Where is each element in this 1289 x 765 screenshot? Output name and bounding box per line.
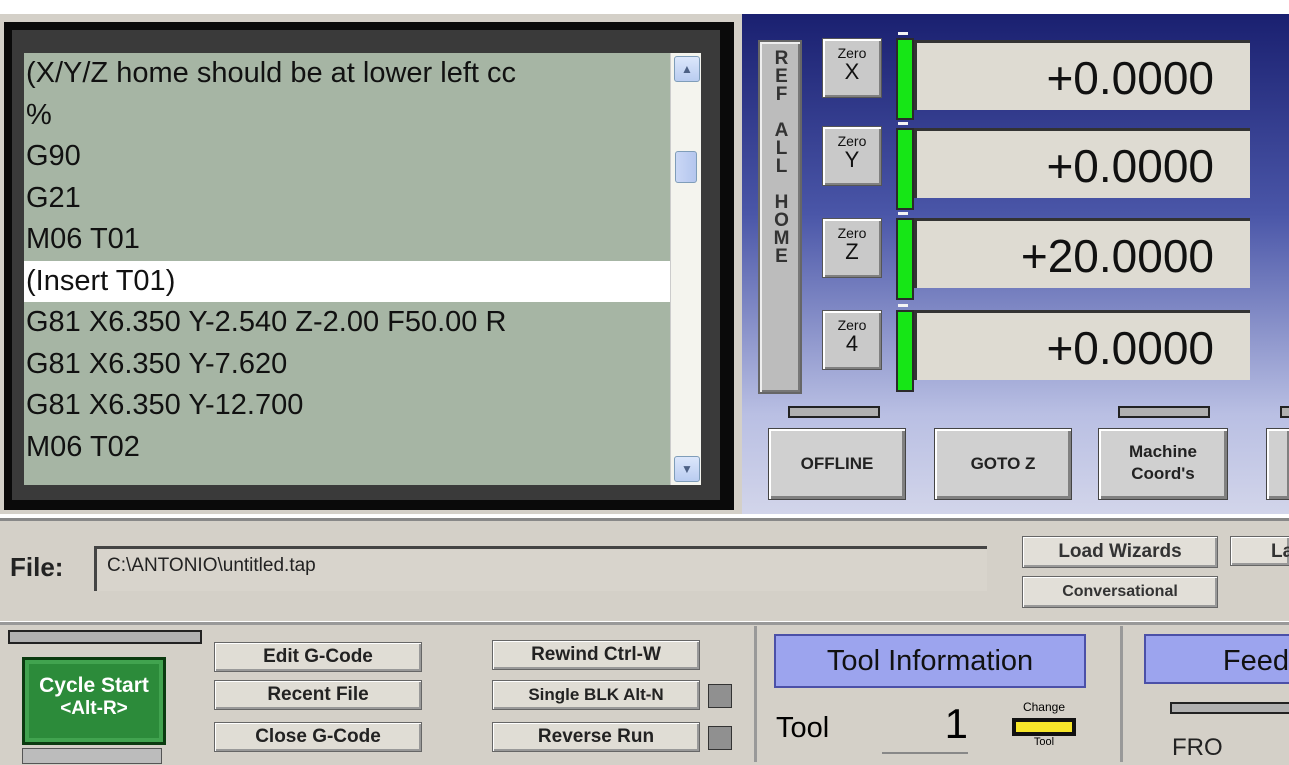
up-arrow-icon: ▲ (681, 62, 693, 76)
y-dro-value[interactable]: +0.0000 (914, 128, 1250, 198)
cycle-start-shortcut: <Alt-R> (60, 698, 128, 719)
scroll-down-button[interactable]: ▼ (674, 456, 700, 482)
cycle-start-button[interactable]: Cycle Start <Alt-R> (22, 657, 166, 745)
file-path-field: C:\ANTONIO\untitled.tap (94, 546, 987, 591)
led-top (898, 304, 908, 307)
led-top (898, 122, 908, 125)
x-dro-value[interactable]: +0.0000 (914, 40, 1250, 110)
x-led (896, 38, 914, 120)
machine-coords-line1: Machine (1128, 442, 1198, 461)
cutoff-led (1280, 406, 1289, 418)
gcode-line[interactable]: (Insert T01) (24, 260, 670, 302)
gcode-line[interactable]: G81 X6.350 Y-2.540 Z-2.00 F50.00 R (24, 302, 670, 344)
offline-button[interactable]: OFFLINE (768, 428, 906, 500)
machine-coords-led (1118, 406, 1210, 418)
gcode-line[interactable]: M06 T01 (24, 219, 670, 261)
z-led (896, 218, 914, 300)
change-tool-led (1012, 718, 1076, 736)
last-wizard-button[interactable]: Las (1230, 536, 1289, 566)
change-tool-label2: Tool (1033, 736, 1055, 748)
file-label: File: (10, 552, 64, 582)
axis4-led (896, 310, 914, 392)
zero-z-button[interactable]: Zero Z (822, 218, 882, 278)
edit-gcode-button[interactable]: Edit G-Code (214, 642, 422, 672)
tool-number[interactable]: 1 (882, 696, 968, 754)
gcode-line[interactable]: (X/Y/Z home should be at lower left cc (24, 53, 670, 95)
feed-led (1170, 702, 1289, 714)
gcode-line[interactable]: G81 X6.350 Y-12.700 (24, 385, 670, 427)
conversational-button[interactable]: Conversational (1022, 576, 1218, 608)
zero-4-button[interactable]: Zero 4 (822, 310, 882, 370)
zero-x-button[interactable]: Zero X (822, 38, 882, 98)
led-top (898, 212, 908, 215)
gcode-list[interactable]: (X/Y/Z home should be at lower left cc% G… (24, 53, 670, 485)
feed-header: Feed (1144, 634, 1289, 684)
reverse-run-indicator (708, 726, 732, 750)
reverse-run-button[interactable]: Reverse Run (492, 722, 700, 752)
tool-label: Tool (776, 712, 830, 744)
ref-all-home-button[interactable]: REF ALL HOME (758, 40, 802, 394)
recent-file-button[interactable]: Recent File (214, 680, 422, 710)
gcode-scrollbar[interactable] (670, 53, 701, 485)
axis-label: Y (844, 147, 860, 172)
close-gcode-button[interactable]: Close G-Code (214, 722, 422, 752)
cycle-start-led (8, 630, 202, 644)
rewind-button[interactable]: Rewind Ctrl-W (492, 640, 700, 670)
axis-label: X (844, 59, 860, 84)
goto-z-button[interactable]: GOTO Z (934, 428, 1072, 500)
scroll-thumb[interactable] (675, 151, 697, 183)
axis-label: 4 (845, 331, 859, 356)
machine-coords-line2: Coord's (1131, 464, 1195, 483)
y-led (896, 128, 914, 210)
gcode-line[interactable]: % (24, 95, 670, 137)
load-wizards-button[interactable]: Load Wizards (1022, 536, 1218, 568)
tool-info-header: Tool Information (774, 634, 1086, 688)
ref-all-home-label: REF ALL HOME (771, 48, 792, 264)
cutoff-button[interactable] (1266, 428, 1289, 500)
zero-y-button[interactable]: Zero Y (822, 126, 882, 186)
single-block-button[interactable]: Single BLK Alt-N (492, 680, 700, 710)
down-arrow-icon: ▼ (681, 462, 693, 476)
gcode-line[interactable]: G90 (24, 136, 670, 178)
file-path: C:\ANTONIO\untitled.tap (107, 555, 316, 576)
change-tool-label: Change (1022, 700, 1066, 714)
single-block-indicator (708, 684, 732, 708)
cycle-start-label: Cycle Start (39, 674, 149, 697)
machine-coords-button[interactable]: Machine Coord's (1098, 428, 1228, 500)
scroll-up-button[interactable]: ▲ (674, 56, 700, 82)
gcode-line[interactable]: M06 T02 (24, 427, 670, 469)
z-dro-value[interactable]: +20.0000 (914, 218, 1250, 288)
led-top (898, 32, 908, 35)
axis4-dro-value[interactable]: +0.0000 (914, 310, 1250, 380)
offline-led (788, 406, 880, 418)
gcode-line[interactable]: G81 X6.350 Y-7.620 (24, 344, 670, 386)
gcode-line[interactable]: G21 (24, 178, 670, 220)
axis-label: Z (845, 239, 859, 264)
change-tool-button[interactable]: Change Tool (1006, 700, 1082, 748)
fro-label: FRO (1172, 734, 1223, 761)
